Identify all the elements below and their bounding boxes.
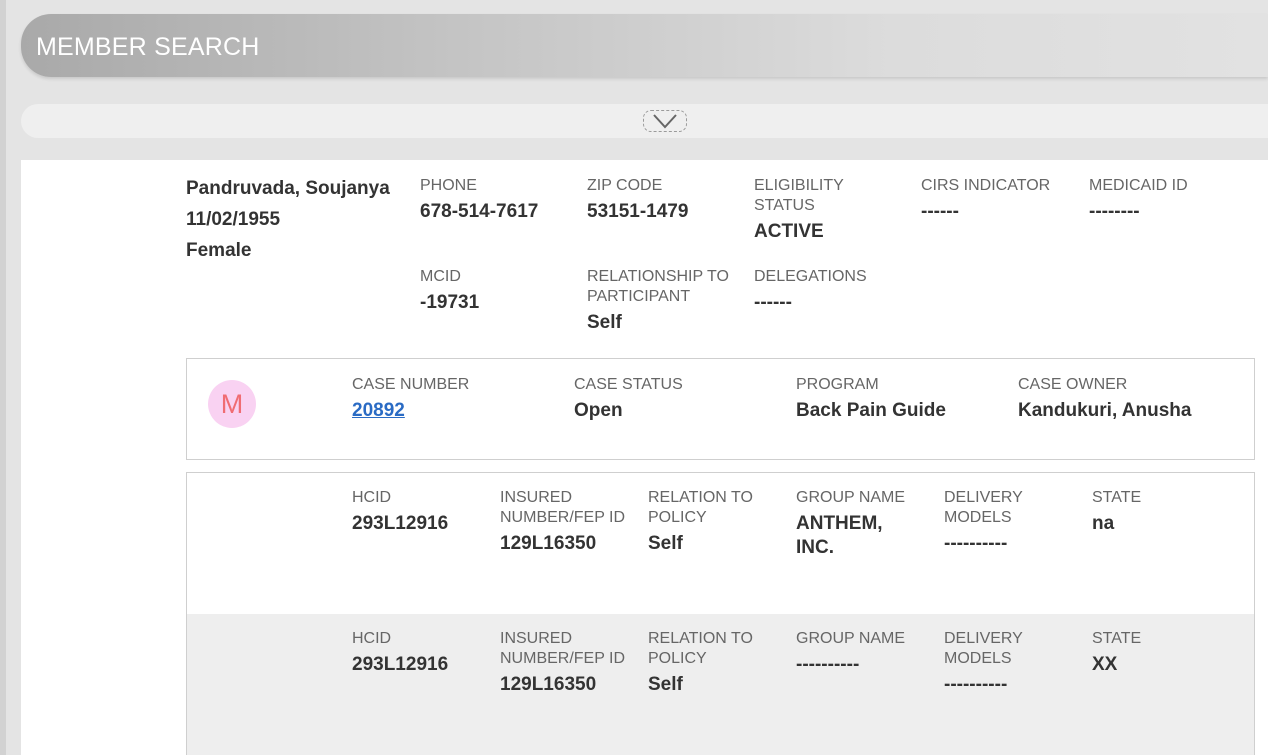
case-status-value: Open xyxy=(574,400,623,421)
delegations-value: ------ xyxy=(754,292,792,313)
hcid-label: HCID xyxy=(352,489,392,506)
zip-label: ZIP CODE xyxy=(587,177,663,194)
cirs-label: CIRS INDICATOR xyxy=(921,177,1051,194)
relation-label: RELATION TO POLICY xyxy=(648,630,753,667)
cirs-field: CIRS INDICATOR ------ xyxy=(921,176,1081,224)
state-field: STATE na xyxy=(1092,488,1220,536)
eligibility-value: ACTIVE xyxy=(754,221,824,242)
state-label: STATE xyxy=(1092,630,1142,647)
insured-number-label: INSURED NUMBER/FEP ID xyxy=(500,489,626,526)
relation-field: RELATION TO POLICY Self xyxy=(648,488,776,556)
case-owner-value: Kandukuri, Anusha xyxy=(1018,400,1192,421)
member-gender: Female xyxy=(186,240,252,261)
policy-list: HCID 293L12916 INSURED NUMBER/FEP ID 129… xyxy=(186,472,1255,755)
collapse-bar xyxy=(21,104,1268,138)
mcid-value: -19731 xyxy=(420,292,480,313)
member-avatar-icon: M xyxy=(208,380,256,428)
case-number-field: CASE NUMBER 20892 xyxy=(352,375,552,423)
group-name-value: ---------- xyxy=(796,654,860,675)
page-header: MEMBER SEARCH xyxy=(21,14,1268,77)
medicaid-value: -------- xyxy=(1089,201,1140,222)
state-value: na xyxy=(1092,513,1115,534)
group-name-value: ANTHEM, INC. xyxy=(796,513,883,558)
hcid-value: 293L12916 xyxy=(352,654,449,675)
delegations-field: DELEGATIONS ------ xyxy=(754,267,904,315)
insured-number-value: 129L16350 xyxy=(500,674,597,695)
group-name-field: GROUP NAME ---------- xyxy=(796,629,924,677)
case-number-link[interactable]: 20892 xyxy=(352,400,405,421)
case-status-field: CASE STATUS Open xyxy=(574,375,774,423)
member-details-panel: Pandruvada, Soujanya 11/02/1955 Female P… xyxy=(21,160,1268,755)
relation-value: Self xyxy=(648,533,683,554)
page-title: MEMBER SEARCH xyxy=(36,33,260,61)
hcid-field: HCID 293L12916 xyxy=(352,629,482,677)
delivery-models-field: DELIVERY MODELS ---------- xyxy=(944,488,1072,556)
state-label: STATE xyxy=(1092,489,1142,506)
relation-value: Self xyxy=(648,674,683,695)
hcid-value: 293L12916 xyxy=(352,513,449,534)
policy-row: HCID 293L12916 INSURED NUMBER/FEP ID 129… xyxy=(187,614,1254,755)
chevron-down-icon xyxy=(653,114,677,129)
insured-number-value: 129L16350 xyxy=(500,533,597,554)
hcid-label: HCID xyxy=(352,630,392,647)
expand-toggle-button[interactable] xyxy=(643,110,687,132)
eligibility-field: ELIGIBILITY STATUS ACTIVE xyxy=(754,176,894,244)
medicaid-label: MEDICAID ID xyxy=(1089,177,1188,194)
case-number-label: CASE NUMBER xyxy=(352,376,470,393)
mcid-field: MCID -19731 xyxy=(420,267,570,315)
relationship-label: RELATIONSHIP TO PARTICIPANT xyxy=(587,268,729,305)
state-field: STATE XX xyxy=(1092,629,1220,677)
state-value: XX xyxy=(1092,654,1118,675)
eligibility-label: ELIGIBILITY STATUS xyxy=(754,177,844,214)
case-owner-field: CASE OWNER Kandukuri, Anusha xyxy=(1018,375,1248,423)
medicaid-field: MEDICAID ID -------- xyxy=(1089,176,1239,224)
case-status-label: CASE STATUS xyxy=(574,376,683,393)
phone-field: PHONE 678-514-7617 xyxy=(420,176,570,224)
delivery-models-value: ---------- xyxy=(944,533,1008,554)
group-name-field: GROUP NAME ANTHEM, INC. xyxy=(796,488,924,560)
relationship-field: RELATIONSHIP TO PARTICIPANT Self xyxy=(587,267,737,335)
relation-label: RELATION TO POLICY xyxy=(648,489,753,526)
phone-value: 678-514-7617 xyxy=(420,201,539,222)
insured-number-label: INSURED NUMBER/FEP ID xyxy=(500,630,626,667)
relation-field: RELATION TO POLICY Self xyxy=(648,629,776,697)
left-edge-strip xyxy=(0,0,6,755)
member-identity: Pandruvada, Soujanya 11/02/1955 Female xyxy=(186,178,390,271)
program-label: PROGRAM xyxy=(796,376,879,393)
program-field: PROGRAM Back Pain Guide xyxy=(796,375,1006,423)
case-card: M CASE NUMBER 20892 CASE STATUS Open PRO… xyxy=(186,358,1255,460)
member-name: Pandruvada, Soujanya xyxy=(186,178,390,199)
delivery-models-value: ---------- xyxy=(944,674,1008,695)
insured-number-field: INSURED NUMBER/FEP ID 129L16350 xyxy=(500,629,628,697)
zip-value: 53151-1479 xyxy=(587,201,689,222)
insured-number-field: INSURED NUMBER/FEP ID 129L16350 xyxy=(500,488,628,556)
delivery-models-label: DELIVERY MODELS xyxy=(944,630,1023,667)
mcid-label: MCID xyxy=(420,268,461,285)
policy-row: HCID 293L12916 INSURED NUMBER/FEP ID 129… xyxy=(187,473,1254,614)
case-owner-label: CASE OWNER xyxy=(1018,376,1128,393)
group-name-label: GROUP NAME xyxy=(796,630,906,647)
member-dob: 11/02/1955 xyxy=(186,209,281,230)
cirs-value: ------ xyxy=(921,201,959,222)
program-value: Back Pain Guide xyxy=(796,400,946,421)
hcid-field: HCID 293L12916 xyxy=(352,488,482,536)
relationship-value: Self xyxy=(587,312,622,333)
phone-label: PHONE xyxy=(420,177,477,194)
zip-field: ZIP CODE 53151-1479 xyxy=(587,176,737,224)
delegations-label: DELEGATIONS xyxy=(754,268,867,285)
delivery-models-field: DELIVERY MODELS ---------- xyxy=(944,629,1072,697)
group-name-label: GROUP NAME xyxy=(796,489,906,506)
delivery-models-label: DELIVERY MODELS xyxy=(944,489,1023,526)
